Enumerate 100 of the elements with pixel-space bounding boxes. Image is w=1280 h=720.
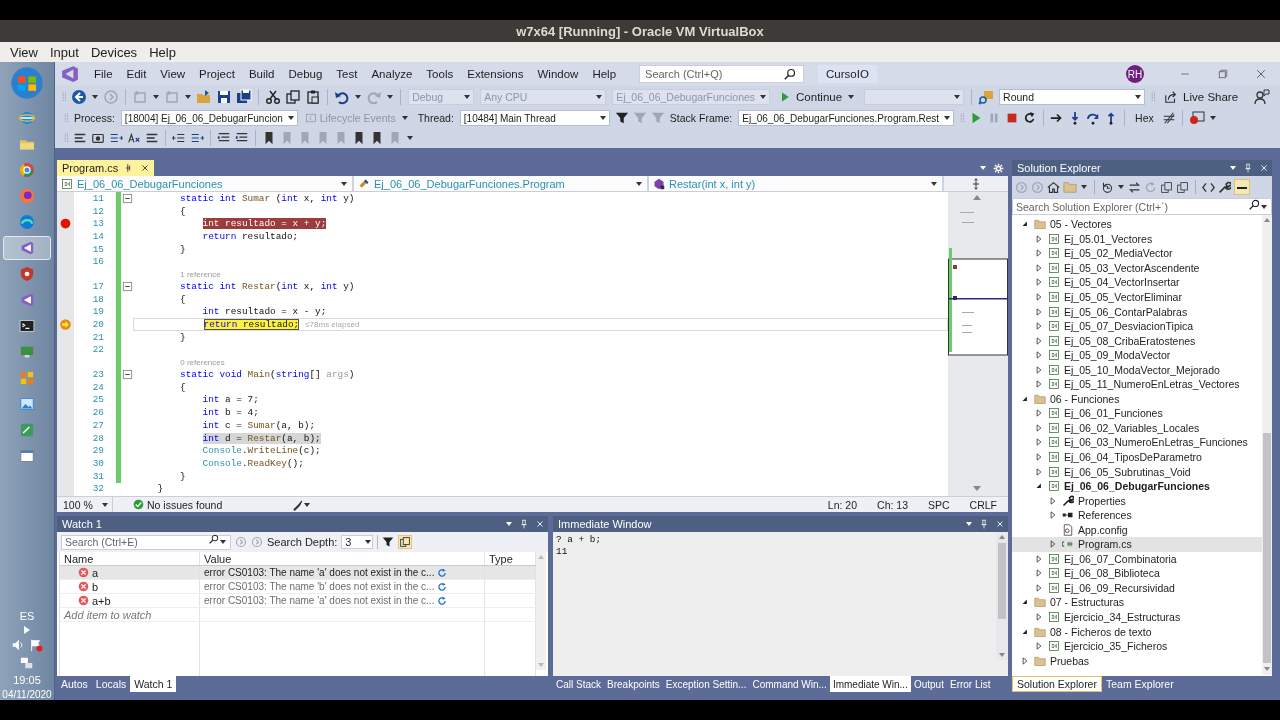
search-icon[interactable]	[784, 68, 797, 80]
home-icon[interactable]	[1047, 180, 1060, 194]
tree-item[interactable]: Ej_06_07_Combinatoria	[1012, 551, 1262, 567]
collapsed-arrow-icon[interactable]	[1034, 321, 1044, 332]
breakpoint-icon[interactable]	[59, 217, 72, 231]
tree-item[interactable]: Ej_06_08_Biblioteca	[1012, 566, 1262, 581]
collapsed-arrow-icon[interactable]	[1034, 408, 1044, 419]
menu-item[interactable]: Help	[585, 68, 624, 80]
line-indicator[interactable]: Ln: 20	[827, 498, 858, 511]
collapsed-arrow-icon[interactable]	[1034, 612, 1044, 623]
tree-item[interactable]: Ej_05_04_VectorInsertar	[1012, 275, 1262, 290]
collapsed-arrow-icon[interactable]	[1034, 422, 1044, 433]
hexadecimal-toggle[interactable]	[398, 535, 413, 549]
tree-item[interactable]: Ej_05_11_NumeroEnLetras_Vectores	[1012, 377, 1262, 392]
tree-item[interactable]: 08 - Ficheros de texto	[1012, 624, 1262, 639]
tree-item[interactable]: Ej_06_09_Recursividad	[1012, 580, 1262, 596]
tree-item[interactable]: Ej_06_03_NumeroEnLetras_Funciones	[1012, 435, 1262, 450]
network-icon[interactable]	[20, 656, 34, 670]
tree-item[interactable]: Ej_06_02_Variables_Locales	[1012, 420, 1262, 436]
live-share-button[interactable]: Live Share	[1158, 90, 1243, 104]
panel-tab[interactable]: Output	[910, 676, 947, 692]
menu-item[interactable]: Analyze	[364, 68, 420, 80]
search-field[interactable]: Search Solution Explorer (Ctrl+´)	[1012, 198, 1272, 215]
filter-icon[interactable]	[614, 111, 629, 125]
close-icon[interactable]	[1255, 68, 1267, 80]
close-icon[interactable]	[140, 163, 151, 173]
column-header[interactable]: Value	[200, 552, 485, 565]
view-code-icon[interactable]	[1202, 180, 1215, 194]
split-icon[interactable]	[970, 177, 982, 190]
menu-item[interactable]: Devices	[84, 44, 144, 60]
close-icon[interactable]	[995, 519, 1005, 529]
collapse-icon[interactable]	[121, 192, 133, 204]
tree-item[interactable]: Ej_06_06_DebugarFunciones	[1012, 478, 1262, 494]
breakpoint-window-icon[interactable]	[1188, 110, 1205, 126]
undo-icon[interactable]	[334, 89, 351, 105]
zoom-dropdown[interactable]: 100 %	[57, 497, 113, 512]
back-icon[interactable]	[71, 89, 88, 105]
tree-item[interactable]: 05 - Vectores	[1012, 217, 1262, 232]
collapse-icon[interactable]	[121, 369, 133, 381]
panel-tab[interactable]: Breakpoints	[604, 676, 663, 692]
tree-item[interactable]: Ej_05.01_Vectores	[1012, 231, 1262, 247]
collapsed-arrow-icon[interactable]	[1048, 539, 1058, 550]
panel-tab[interactable]: Error List	[946, 676, 994, 692]
panel-tab[interactable]: Watch 1	[130, 676, 177, 692]
tree-item[interactable]: Ej_05_07_DesviacionTipica	[1012, 318, 1262, 334]
tree-item[interactable]: Ej_06_04_TiposDeParametro	[1012, 449, 1262, 465]
user-avatar[interactable]: RH	[1126, 65, 1144, 83]
restore-icon[interactable]	[1217, 68, 1229, 80]
save-icon[interactable]	[216, 89, 233, 105]
watch-name[interactable]: b	[92, 580, 99, 593]
column-header[interactable]: Name	[60, 552, 200, 565]
tree-item[interactable]: Ej_05_10_ModaVector_Mejorado	[1012, 362, 1262, 377]
outdent-icon[interactable]	[172, 131, 186, 145]
tree-item[interactable]: Ej_05_06_ContarPalabras	[1012, 304, 1262, 319]
watch-name[interactable]: a	[92, 566, 99, 579]
step-over-icon[interactable]	[1086, 111, 1101, 125]
class-icon[interactable]	[358, 177, 370, 190]
menu-item[interactable]: Tools	[419, 68, 461, 80]
scrollbar-drawing[interactable]	[1262, 215, 1272, 675]
menu-item[interactable]: View	[153, 68, 193, 80]
properties-icon[interactable]	[1218, 180, 1231, 194]
menu-item[interactable]: View	[4, 44, 44, 60]
find-in-files-icon[interactable]	[978, 89, 995, 105]
sync-icon[interactable]	[1128, 180, 1141, 194]
pin-icon[interactable]	[979, 519, 989, 529]
collapsed-arrow-icon[interactable]	[1034, 335, 1044, 346]
collapsed-arrow-icon[interactable]	[1034, 452, 1044, 462]
copy-icon[interactable]	[285, 89, 302, 105]
panel-tab[interactable]: Team Explorer	[1101, 676, 1178, 692]
panel-tab[interactable]: Autos	[57, 676, 92, 692]
panel-tab[interactable]: Immediate Win...	[829, 676, 911, 692]
hatch-icon[interactable]	[1161, 111, 1176, 125]
tree-item[interactable]: App.config	[1012, 522, 1262, 538]
menu-item[interactable]: Input	[43, 44, 85, 60]
type-dropdown[interactable]: Ej_06_06_DebugarFunciones.Program	[354, 176, 649, 191]
collapsed-arrow-icon[interactable]	[1048, 510, 1058, 521]
menu-item[interactable]: Build	[241, 68, 282, 80]
collapsed-arrow-icon[interactable]	[1034, 466, 1044, 477]
tree-item[interactable]: Program.cs	[1012, 537, 1262, 552]
issues-status[interactable]: No issues found	[147, 498, 223, 511]
tree-item[interactable]: Ej_05_08_CribaEratostenes	[1012, 333, 1262, 348]
collapsed-arrow-icon[interactable]	[1020, 655, 1030, 666]
continue-button[interactable]: Continue	[773, 89, 862, 105]
filter-icon[interactable]	[382, 536, 395, 548]
thread-dropdown[interactable]: [10484] Main Thread	[459, 110, 610, 126]
collapsed-arrow-icon[interactable]	[1034, 641, 1044, 652]
collapsed-arrow-icon[interactable]	[1034, 553, 1044, 564]
menu-item[interactable]: Debug	[281, 68, 330, 80]
panel-tab[interactable]: Locals	[91, 676, 131, 692]
collapse-icon[interactable]	[121, 280, 133, 292]
close-icon[interactable]	[535, 519, 545, 529]
show-hidden-icons-icon[interactable]	[24, 626, 30, 634]
document-tab[interactable]: Program.cs	[57, 160, 155, 176]
pin-icon[interactable]	[1243, 163, 1253, 173]
column-indicator[interactable]: Ch: 13	[877, 498, 908, 511]
collapsed-arrow-icon[interactable]	[1034, 262, 1044, 273]
refresh-icon[interactable]	[437, 581, 448, 592]
studio-app-icon[interactable]	[3, 236, 51, 260]
tree-item[interactable]: Ejercicio_34_Estructuras	[1012, 609, 1262, 625]
pin-icon[interactable]	[519, 519, 529, 529]
